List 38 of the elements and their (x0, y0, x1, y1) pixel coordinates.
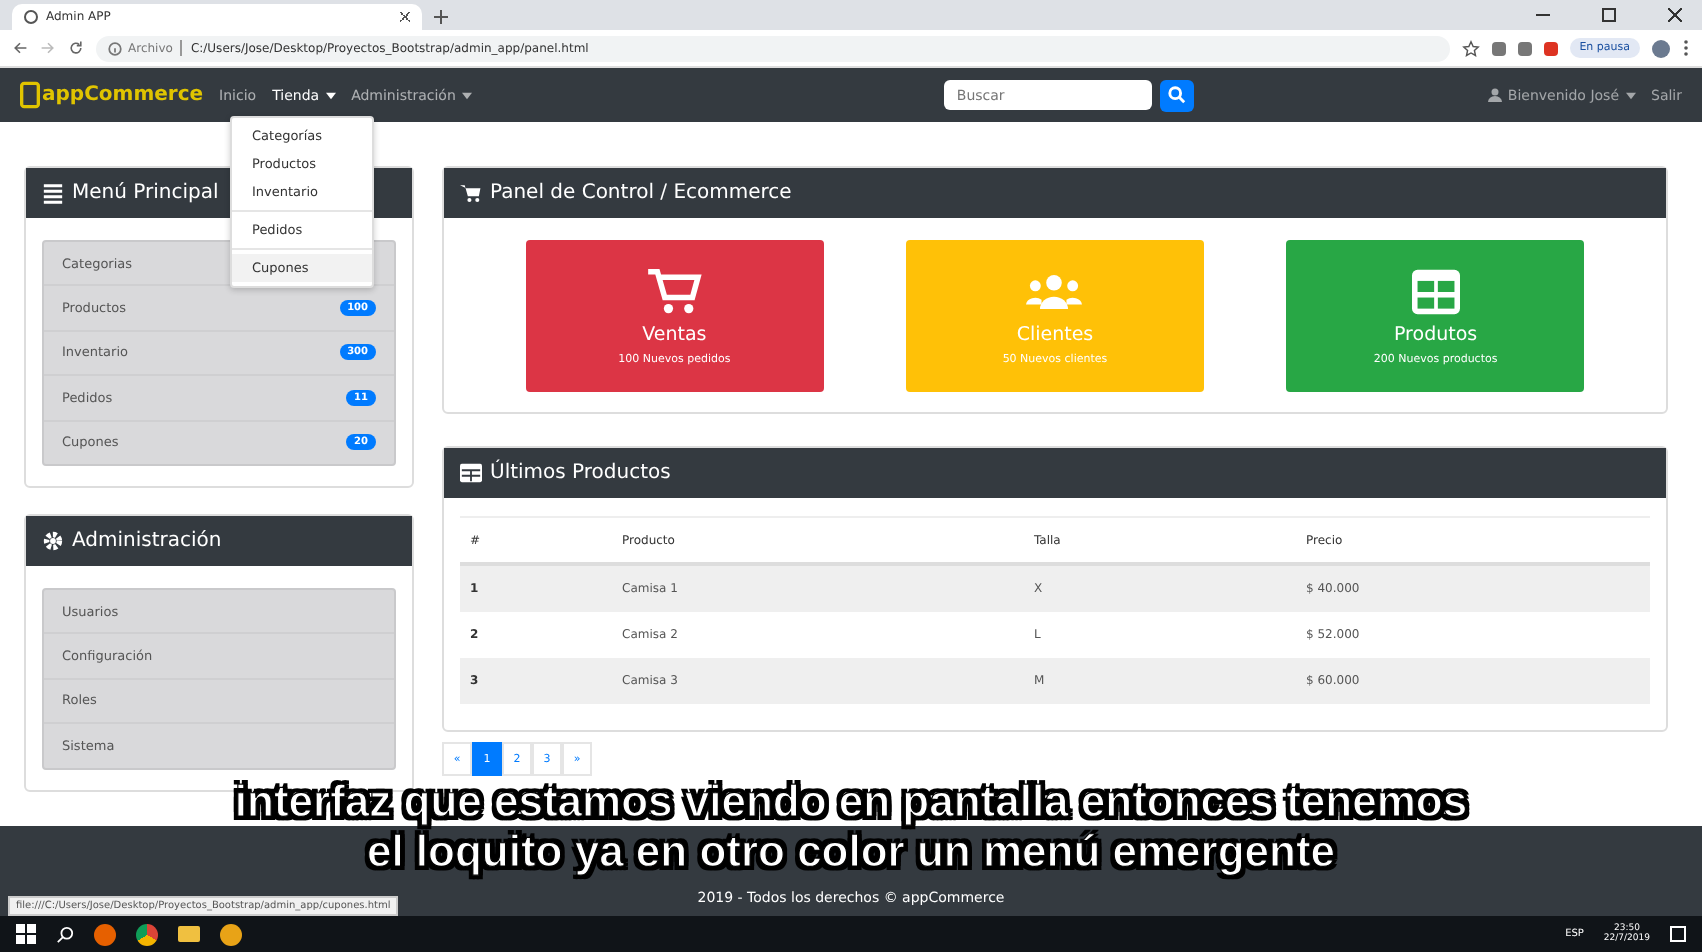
card-title: Administración (72, 529, 222, 552)
reload-icon[interactable] (68, 40, 84, 56)
app-icon[interactable] (220, 923, 242, 945)
close-icon[interactable] (400, 12, 410, 22)
cart-icon (460, 182, 482, 204)
menu-icon (42, 182, 64, 204)
card-title: Menú Principal (72, 182, 219, 204)
star-icon[interactable] (1461, 39, 1480, 57)
info-icon (108, 41, 122, 55)
card-title: Últimos Productos (490, 462, 671, 484)
more-icon[interactable] (1682, 38, 1690, 58)
stat-title: Clientes (1016, 323, 1094, 345)
search-icon (1168, 86, 1187, 104)
table-icon (1407, 267, 1464, 315)
stat-title: Produtos (1394, 323, 1478, 345)
stat-title: Ventas (642, 323, 707, 345)
caret-icon (1625, 91, 1635, 99)
phone-icon (20, 80, 40, 110)
cart-icon (646, 267, 703, 315)
browser-icon[interactable] (136, 923, 158, 945)
user-icon (1487, 88, 1502, 102)
search-button[interactable] (1160, 79, 1195, 111)
brand-name: appCommerce (42, 84, 204, 106)
avatar-icon[interactable] (1652, 39, 1670, 57)
settings-icon (42, 529, 64, 552)
notification-icon[interactable] (1670, 926, 1686, 942)
subtitle-caption: interfaz que estamos viendo en pantalla entonces tenemos (234, 776, 1468, 826)
search-icon[interactable] (56, 925, 74, 943)
close-icon[interactable] (1668, 8, 1682, 22)
windows-icon[interactable] (16, 924, 36, 944)
card-title: Panel de Control / Ecommerce (490, 182, 792, 204)
back-icon[interactable] (12, 40, 28, 56)
brand-logo[interactable]: appCommerce (20, 80, 204, 110)
subtitle-caption: el loquito ya en otro color un menú emergente (366, 826, 1336, 876)
maximize-icon[interactable] (1602, 8, 1616, 22)
browser-icon[interactable] (94, 923, 116, 945)
table-icon (460, 462, 482, 484)
new-tab-icon[interactable] (434, 10, 448, 24)
